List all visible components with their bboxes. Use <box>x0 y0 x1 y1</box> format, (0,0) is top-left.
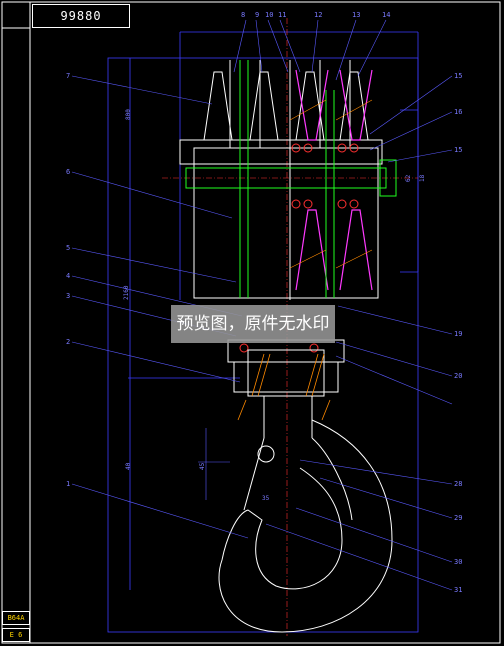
left-part-number: 7 <box>66 72 70 80</box>
dimension-text: 40 <box>125 462 132 470</box>
left-part-number: 4 <box>66 272 70 280</box>
shaft-and-bolts <box>185 60 397 298</box>
part-number-labels: 8 9 10 11 12 13 14 7 6 5 4 3 2 1 15 16 1… <box>66 11 462 594</box>
crosshead-hatching <box>237 353 331 421</box>
right-part-number: 28 <box>454 480 462 488</box>
dimension-text: 2160 <box>123 285 130 300</box>
top-part-number: 13 <box>352 11 360 19</box>
top-part-number: 14 <box>382 11 390 19</box>
left-part-number: 3 <box>66 292 70 300</box>
top-part-number: 9 <box>255 11 259 19</box>
drawing-title-block: 99880 <box>32 4 130 28</box>
right-part-number: 19 <box>454 330 462 338</box>
scale-label-top: B64A <box>2 611 30 625</box>
dimension-text: 45 <box>199 462 206 470</box>
top-part-number: 10 <box>265 11 273 19</box>
hook-shank <box>263 396 313 438</box>
upper-sheaves <box>203 71 369 141</box>
left-part-number: 5 <box>66 244 70 252</box>
crosshead <box>227 339 345 397</box>
top-part-number: 11 <box>278 11 286 19</box>
preview-watermark: 预览图，原件无水印 <box>171 305 335 343</box>
right-part-number: 16 <box>454 108 462 116</box>
scale-label-bottom: E 6 <box>2 628 30 642</box>
right-part-number: 15 <box>454 146 462 154</box>
left-part-number: 1 <box>66 480 70 488</box>
dimension-text: 800 <box>125 109 132 120</box>
right-part-number: 15 <box>454 72 462 80</box>
left-part-number: 2 <box>66 338 70 346</box>
dimension-text: 35 <box>262 495 270 502</box>
dimension-text: 18 <box>419 174 426 182</box>
dimension-text: 62 <box>405 174 412 182</box>
right-part-number: 20 <box>454 372 462 380</box>
right-part-number: 29 <box>454 514 462 522</box>
hook-body <box>218 419 393 633</box>
top-part-number: 8 <box>241 11 245 19</box>
top-part-number: 12 <box>314 11 322 19</box>
left-part-number: 6 <box>66 168 70 176</box>
right-part-number: 31 <box>454 586 462 594</box>
side-plate-hatch <box>289 99 373 269</box>
right-part-number: 30 <box>454 558 462 566</box>
